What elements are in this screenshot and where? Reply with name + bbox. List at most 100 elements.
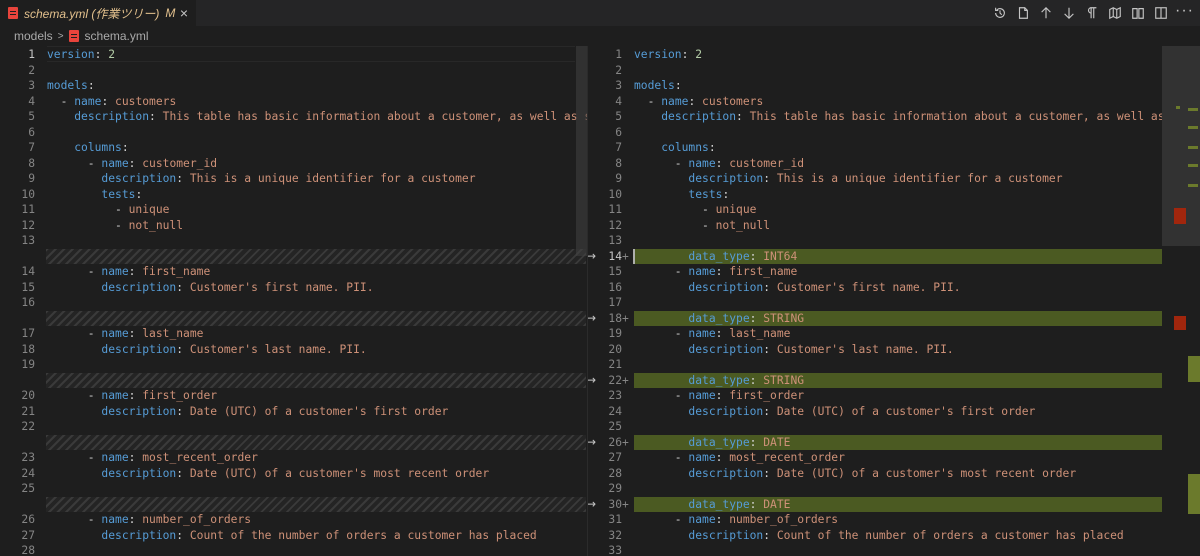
code-line[interactable]: 3 models:: [588, 78, 1200, 94]
code-line[interactable]: 29: [588, 481, 1200, 497]
code-line[interactable]: 26 - name: number_of_orders: [0, 512, 588, 528]
code-line[interactable]: 11 - unique: [588, 202, 1200, 218]
vertical-scrollbar[interactable]: [576, 46, 587, 256]
line-number: 4: [615, 94, 622, 108]
close-icon[interactable]: ×: [180, 6, 188, 20]
line-number: 3: [615, 79, 622, 92]
code-line[interactable]: 9 description: This is a unique identifi…: [588, 171, 1200, 187]
code-line[interactable]: 17: [588, 295, 1200, 311]
code-line[interactable]: 28: [0, 543, 588, 556]
code-line[interactable]: 7 columns:: [0, 140, 588, 156]
arrow-down-icon[interactable]: [1060, 4, 1078, 22]
code-line[interactable]: 23 - name: first_order: [588, 388, 1200, 404]
code-line[interactable]: 19: [0, 357, 588, 373]
code-line[interactable]: 27 description: Count of the number of o…: [0, 528, 588, 544]
line-number: 4: [28, 94, 35, 108]
revert-arrow-icon[interactable]: →: [588, 373, 596, 389]
code-line[interactable]: 8 - name: customer_id: [0, 156, 588, 172]
code-line[interactable]: 32 description: Count of the number of o…: [588, 528, 1200, 544]
code-line[interactable]: 10 tests:: [588, 187, 1200, 203]
revert-arrow-icon[interactable]: →: [588, 311, 596, 327]
code-line[interactable]: 17 - name: last_name: [0, 326, 588, 342]
code-line[interactable]: 5 description: This table has basic info…: [0, 109, 588, 125]
code-line[interactable]: 12 - not_null: [588, 218, 1200, 234]
code-line[interactable]: 20 description: Customer's last name. PI…: [588, 342, 1200, 358]
code-line[interactable]: 25: [0, 481, 588, 497]
code-line[interactable]: 4 - name: customers: [588, 94, 1200, 110]
line-number: 15: [608, 265, 622, 278]
code-line[interactable]: 4 - name: customers: [0, 94, 588, 110]
added-code-line[interactable]: 18 + → data_type: STRING: [588, 310, 1174, 326]
code-line[interactable]: 16 description: Customer's first name. P…: [588, 280, 1200, 296]
code-line[interactable]: 22: [0, 419, 588, 435]
code-line[interactable]: 6: [0, 125, 588, 141]
breadcrumb-file[interactable]: schema.yml: [85, 29, 149, 43]
code-line[interactable]: 6: [588, 125, 1200, 141]
tab-schema-yml[interactable]: schema.yml (作業ツリー) M ×: [0, 0, 196, 26]
code-line[interactable]: 25: [588, 419, 1200, 435]
code-line[interactable]: 11 - unique: [0, 202, 588, 218]
code-line[interactable]: 24 description: Date (UTC) of a customer…: [588, 404, 1200, 420]
code-text: columns:: [661, 141, 716, 154]
code-line[interactable]: 18 description: Customer's last name. PI…: [0, 342, 588, 358]
code-text: data_type: STRING: [688, 373, 805, 387]
code-line[interactable]: 1 version: 2: [588, 47, 1200, 63]
line-number: 5: [28, 110, 35, 123]
code-line[interactable]: 7 columns:: [588, 140, 1200, 156]
pilcrow-icon[interactable]: [1083, 4, 1101, 22]
code-line[interactable]: 1 version: 2: [0, 47, 588, 63]
modified-editor[interactable]: 1 version: 2 2 3 models: 4 - name: customers 5…: [588, 46, 1200, 556]
code-text: description: This table has basic inform…: [74, 110, 588, 123]
code-line[interactable]: 13: [0, 233, 588, 249]
code-line[interactable]: 8 - name: customer_id: [588, 156, 1200, 172]
code-line[interactable]: 2: [0, 63, 588, 79]
code-line[interactable]: 19 - name: last_name: [588, 326, 1200, 342]
original-editor[interactable]: 1 version: 2 2 3 models: 4 - name: customers 5…: [0, 46, 588, 556]
code-line[interactable]: 5 description: This table has basic info…: [588, 109, 1200, 125]
code-line[interactable]: 15 - name: first_name: [588, 264, 1200, 280]
line-number: 29: [608, 482, 622, 495]
breadcrumb-folder[interactable]: models: [14, 29, 53, 43]
added-code-line[interactable]: 30 + → data_type: DATE: [588, 496, 1174, 512]
history-icon[interactable]: [991, 4, 1009, 22]
code-text: tests:: [101, 187, 143, 201]
code-line[interactable]: 27 - name: most_recent_order: [588, 450, 1200, 466]
code-line[interactable]: 20 - name: first_order: [0, 388, 588, 404]
code-line[interactable]: 16: [0, 295, 588, 311]
line-number: 21: [608, 358, 622, 371]
code-line[interactable]: 10 tests:: [0, 187, 588, 203]
added-code-line[interactable]: 22 + → data_type: STRING: [588, 372, 1174, 388]
more-icon[interactable]: ···: [1175, 2, 1194, 20]
code-text: description: Date (UTC) of a customer's …: [688, 404, 1036, 418]
code-line[interactable]: 12 - not_null: [0, 218, 588, 234]
arrow-up-icon[interactable]: [1037, 4, 1055, 22]
code-line[interactable]: 28 description: Date (UTC) of a customer…: [588, 466, 1200, 482]
overview-diff-marker: [1188, 474, 1200, 514]
code-text: description: Count of the number of orde…: [688, 528, 1124, 542]
diff-overview-ruler[interactable]: [1162, 46, 1200, 556]
code-line[interactable]: 31 - name: number_of_orders: [588, 512, 1200, 528]
book-icon[interactable]: [1129, 4, 1147, 22]
split-editor-icon[interactable]: [1152, 4, 1170, 22]
diff-placeholder-hatch: [46, 372, 586, 388]
code-line[interactable]: 15 description: Customer's first name. P…: [0, 280, 588, 296]
code-line[interactable]: 13: [588, 233, 1200, 249]
code-line[interactable]: 3 models:: [0, 78, 588, 94]
added-code-line[interactable]: 26 + → data_type: DATE: [588, 434, 1174, 450]
map-icon[interactable]: [1106, 4, 1124, 22]
code-line[interactable]: 14 - name: first_name: [0, 264, 588, 280]
revert-arrow-icon[interactable]: →: [588, 435, 596, 451]
code-line[interactable]: 23 - name: most_recent_order: [0, 450, 588, 466]
code-line[interactable]: 2: [588, 63, 1200, 79]
revert-arrow-icon[interactable]: →: [588, 249, 596, 265]
code-line[interactable]: 9 description: This is a unique identifi…: [0, 171, 588, 187]
line-number: 31: [608, 513, 622, 526]
code-line[interactable]: 24 description: Date (UTC) of a customer…: [0, 466, 588, 482]
code-line[interactable]: 21 description: Date (UTC) of a customer…: [0, 404, 588, 420]
revert-arrow-icon[interactable]: →: [588, 497, 596, 513]
code-line[interactable]: 33: [588, 543, 1200, 556]
open-file-icon[interactable]: [1014, 4, 1032, 22]
added-code-line[interactable]: 14 + → data_type: INT64: [588, 248, 1174, 264]
code-line[interactable]: 21: [588, 357, 1200, 373]
diff-placeholder-hatch: [46, 434, 586, 450]
